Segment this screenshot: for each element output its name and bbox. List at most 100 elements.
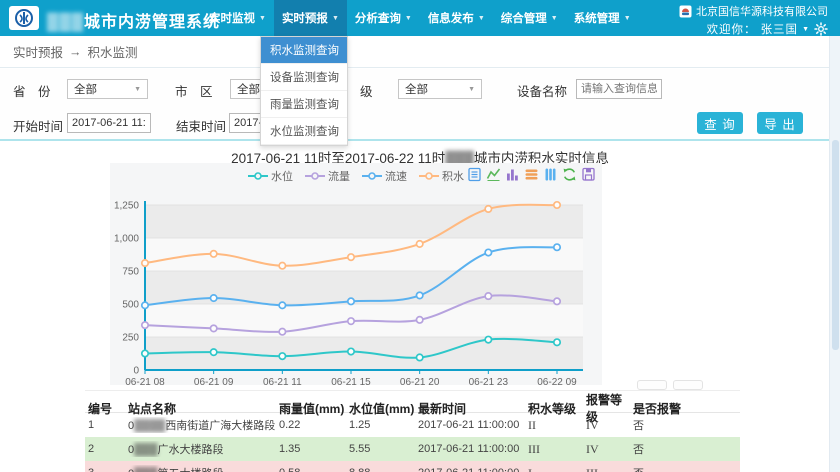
vertical-scrollbar bbox=[829, 36, 840, 472]
cell-alarm-level: III bbox=[586, 466, 633, 472]
company-name: 北京国信华源科技有限公司 bbox=[696, 3, 828, 19]
cell-flood-level: III bbox=[528, 442, 586, 457]
start-time-label: 开始时间 bbox=[13, 116, 63, 135]
cell-rain: 1.35 bbox=[279, 443, 349, 455]
nav-item-label: 系统管理 bbox=[574, 10, 620, 26]
nav-item-label: 信息发布 bbox=[428, 10, 474, 26]
table-row: 30███第五大楼路段0.588.882017-06-21 11:00:00II… bbox=[85, 461, 740, 472]
legend-marker-icon bbox=[362, 172, 382, 180]
search-button[interactable]: 查 询 bbox=[697, 112, 743, 134]
pager-button-ghost[interactable] bbox=[673, 380, 703, 390]
table-header-cell: 最新时间 bbox=[418, 400, 528, 417]
nav-item-label: 实时预报 bbox=[282, 10, 328, 26]
app-title-redacted: ███ bbox=[47, 14, 84, 31]
nav-item-label: 实时监视 bbox=[209, 10, 255, 26]
province-value: 全部 bbox=[74, 81, 97, 97]
line-chart-icon[interactable] bbox=[486, 167, 501, 182]
scrollbar-thumb[interactable] bbox=[832, 140, 839, 350]
menu-item[interactable]: 积水监测查询 bbox=[261, 37, 347, 64]
menu-item[interactable]: 水位监测查询 bbox=[261, 118, 347, 145]
export-button[interactable]: 导 出 bbox=[757, 112, 803, 134]
cell-alarmed: 否 bbox=[633, 417, 740, 433]
nav-item-link[interactable]: 信息发布▼ bbox=[420, 0, 493, 36]
start-time-input[interactable] bbox=[67, 113, 151, 133]
table-header-row: 编号站点名称雨量值(mm)水位值(mm)最新时间积水等级报警等级是否报警 bbox=[85, 390, 740, 413]
company-logo-icon bbox=[679, 5, 692, 18]
main-nav: 实时监视▼实时预报▼分析查询▼信息发布▼ 综合管理 ▼ 系统管理 ▼ bbox=[201, 0, 639, 36]
chevron-down-icon: ▼ bbox=[468, 86, 475, 93]
gear-icon[interactable] bbox=[814, 22, 828, 36]
stack-icon[interactable] bbox=[524, 167, 539, 182]
table-header-cell: 雨量值(mm) bbox=[279, 400, 349, 417]
tiled-icon[interactable] bbox=[543, 167, 558, 182]
svg-text:1,250: 1,250 bbox=[114, 201, 139, 212]
legend-item[interactable]: 流速 bbox=[362, 168, 407, 184]
nav-item-active[interactable]: 实时预报▼ bbox=[274, 0, 347, 36]
username[interactable]: 张三国 bbox=[761, 21, 799, 37]
svg-text:06-21 23: 06-21 23 bbox=[469, 377, 509, 385]
content: 2017-06-21 11时至2017-06-22 11时███城市内涝积水实时… bbox=[0, 143, 840, 472]
cell-station: 0███广水大楼路段 bbox=[128, 441, 279, 457]
county-select[interactable]: 全部 ▼ bbox=[398, 79, 482, 99]
svg-text:06-21 20: 06-21 20 bbox=[400, 377, 440, 385]
cell-alarmed: 否 bbox=[633, 465, 740, 472]
nav-item-label: 综合管理 bbox=[501, 10, 547, 26]
menu-item[interactable]: 雨量监测查询 bbox=[261, 91, 347, 118]
legend-item[interactable]: 积水 bbox=[419, 168, 464, 184]
refresh-icon[interactable] bbox=[562, 167, 577, 182]
table-header-cell: 水位值(mm) bbox=[349, 400, 418, 417]
cell-no: 3 bbox=[88, 467, 128, 472]
breadcrumb-section[interactable]: 实时预报 bbox=[13, 42, 63, 61]
device-name-input[interactable] bbox=[576, 79, 662, 99]
header-right: 北京国信华源科技有限公司 欢迎你：张三国 ▼ bbox=[679, 0, 828, 36]
chevron-down-icon: ▼ bbox=[551, 15, 558, 22]
station-name: 西南街道广海大楼路段 bbox=[165, 420, 275, 432]
svg-text:250: 250 bbox=[122, 333, 139, 344]
welcome-line: 欢迎你：张三国 ▼ bbox=[679, 21, 828, 37]
legend-marker-icon bbox=[419, 172, 439, 180]
nav-item-link[interactable]: 综合管理 ▼ bbox=[493, 0, 566, 36]
cell-flood-level: I bbox=[528, 466, 586, 472]
device-name-label: 设备名称 bbox=[517, 81, 567, 100]
line-chart-widget: 水位流量流速积水 02505007501,0001,25006-21 0806-… bbox=[110, 163, 602, 385]
breadcrumb-page: 积水监测 bbox=[88, 42, 138, 61]
station-name: 广水大楼路段 bbox=[158, 444, 224, 456]
legend-item[interactable]: 水位 bbox=[248, 168, 293, 184]
svg-text:06-21 11: 06-21 11 bbox=[263, 377, 302, 385]
nav-item-label: 分析查询 bbox=[355, 10, 401, 26]
legend-label: 流速 bbox=[385, 168, 407, 184]
nav-item-link[interactable]: 分析查询▼ bbox=[347, 0, 420, 36]
province-label: 省 份 bbox=[13, 81, 51, 100]
bar-chart-icon[interactable] bbox=[505, 167, 520, 182]
filter-panel: 省 份 全部 ▼ 市 区 全部 ▼ 县 级 全部 ▼ 设备名称 开始时间 结束时… bbox=[0, 69, 840, 141]
nav-item-link[interactable]: 系统管理 ▼ bbox=[566, 0, 639, 36]
province-select[interactable]: 全部 ▼ bbox=[67, 79, 148, 99]
cell-rain: 0.58 bbox=[279, 467, 349, 472]
breadcrumb-separator: → bbox=[69, 45, 82, 59]
chevron-down-icon: ▼ bbox=[134, 86, 141, 93]
cell-no: 1 bbox=[88, 419, 128, 431]
svg-text:06-21 09: 06-21 09 bbox=[194, 377, 234, 385]
table-row: 20███广水大楼路段1.355.552017-06-21 11:00:00II… bbox=[85, 437, 740, 461]
app-title-text: 城市内涝管理系统 bbox=[84, 14, 220, 31]
legend-label: 水位 bbox=[271, 168, 293, 184]
nav-item-link[interactable]: 实时监视▼ bbox=[201, 0, 274, 36]
svg-text:06-21 15: 06-21 15 bbox=[331, 377, 371, 385]
cell-rain: 0.22 bbox=[279, 419, 349, 431]
company-line: 北京国信华源科技有限公司 bbox=[679, 3, 828, 19]
cell-water: 8.88 bbox=[349, 467, 418, 472]
cell-station: 0████西南街道广海大楼路段 bbox=[128, 417, 279, 433]
chevron-down-icon: ▼ bbox=[624, 15, 631, 22]
svg-text:500: 500 bbox=[122, 300, 139, 311]
menu-item[interactable]: 设备监测查询 bbox=[261, 64, 347, 91]
data-view-icon[interactable] bbox=[467, 167, 482, 182]
cell-time: 2017-06-21 11:00:00 bbox=[418, 443, 528, 455]
station-redacted: ███ bbox=[134, 468, 157, 472]
save-image-icon[interactable] bbox=[581, 167, 596, 182]
cell-alarm-level: IV bbox=[586, 418, 633, 433]
station-redacted: ████ bbox=[134, 420, 165, 432]
cell-no: 2 bbox=[88, 443, 128, 455]
legend-marker-icon bbox=[305, 172, 325, 180]
pager-button-ghost[interactable] bbox=[637, 380, 667, 390]
legend-item[interactable]: 流量 bbox=[305, 168, 350, 184]
